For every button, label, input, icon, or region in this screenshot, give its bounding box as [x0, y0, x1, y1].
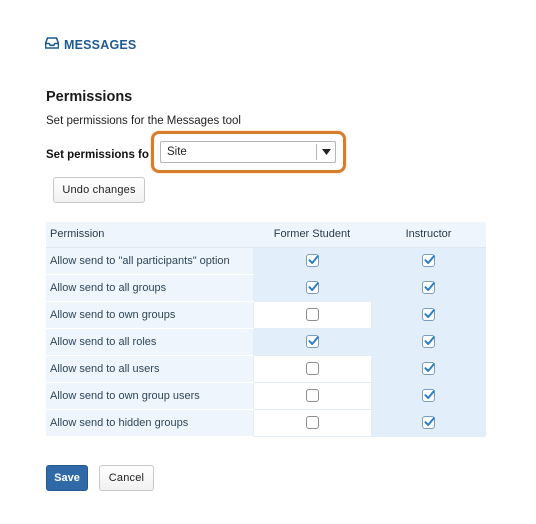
tool-header: MESSAGES: [44, 36, 137, 54]
checkmark-icon: [308, 336, 319, 345]
column-header-instructor: Instructor: [371, 222, 486, 248]
table-row: Allow send to "all participants" option: [46, 247, 486, 275]
permissions-for-select[interactable]: Site: [160, 141, 336, 163]
former-student-cell: [252, 382, 371, 410]
former-student-checkbox[interactable]: [305, 281, 319, 294]
permissions-table: Permission Former Student Instructor All…: [46, 222, 486, 437]
former-student-checkbox[interactable]: [305, 308, 319, 321]
select-highlight-callout: Site: [151, 131, 346, 173]
checkmark-icon: [308, 282, 319, 291]
permission-label: Allow send to own groups: [46, 301, 253, 329]
instructor-checkbox[interactable]: [422, 416, 436, 429]
instructor-cell: [370, 355, 486, 383]
instructor-cell: [370, 409, 486, 437]
checkmark-icon: [424, 309, 436, 318]
instructor-checkbox[interactable]: [422, 254, 436, 267]
permission-label: Allow send to own group users: [46, 382, 253, 410]
permission-label: Allow send to hidden groups: [46, 409, 253, 437]
instructor-cell: [370, 247, 486, 275]
table-row: Allow send to own group users: [46, 382, 486, 410]
former-student-checkbox[interactable]: [305, 254, 319, 267]
tool-title: MESSAGES: [64, 38, 137, 52]
former-student-cell: [252, 247, 371, 275]
checkmark-icon: [424, 390, 436, 399]
column-header-former-student: Former Student: [253, 222, 371, 248]
cancel-button[interactable]: Cancel: [99, 465, 154, 491]
former-student-checkbox[interactable]: [305, 335, 319, 348]
instructor-checkbox[interactable]: [422, 308, 436, 321]
inbox-tray-icon: [44, 36, 60, 54]
permissions-heading: Permissions: [46, 89, 133, 105]
checkmark-icon: [308, 255, 319, 264]
table-header-row: Permission Former Student Instructor: [46, 222, 486, 248]
column-header-permission: Permission: [46, 222, 253, 248]
instructor-checkbox[interactable]: [422, 335, 436, 348]
select-value: Site: [167, 146, 187, 158]
former-student-checkbox[interactable]: [305, 389, 319, 402]
permissions-description: Set permissions for the Messages tool: [46, 115, 241, 127]
checkmark-icon: [424, 336, 436, 345]
table-row: Allow send to hidden groups: [46, 409, 486, 437]
instructor-cell: [370, 301, 486, 329]
instructor-cell: [370, 328, 486, 356]
former-student-cell: [252, 328, 371, 356]
former-student-cell: [252, 409, 371, 437]
table-row: Allow send to own groups: [46, 301, 486, 329]
permission-label: Allow send to all users: [46, 355, 253, 383]
instructor-cell: [370, 274, 486, 302]
permission-label: Allow send to "all participants" option: [46, 247, 253, 275]
instructor-cell: [370, 382, 486, 410]
checkmark-icon: [424, 363, 436, 372]
undo-changes-button[interactable]: Undo changes: [53, 177, 145, 203]
checkmark-icon: [424, 417, 436, 426]
instructor-checkbox[interactable]: [422, 389, 436, 402]
table-row: Allow send to all groups: [46, 274, 486, 302]
set-permissions-for-label: Set permissions fo: [46, 149, 149, 161]
former-student-cell: [252, 355, 371, 383]
permission-label: Allow send to all groups: [46, 274, 253, 302]
former-student-checkbox[interactable]: [305, 362, 319, 375]
table-row: Allow send to all users: [46, 355, 486, 383]
dropdown-arrow-icon[interactable]: [317, 149, 335, 155]
former-student-checkbox[interactable]: [305, 416, 319, 429]
checkmark-icon: [424, 282, 436, 291]
former-student-cell: [252, 274, 371, 302]
table-row: Allow send to all roles: [46, 328, 486, 356]
save-button[interactable]: Save: [46, 465, 88, 491]
checkmark-icon: [424, 255, 436, 264]
permission-label: Allow send to all roles: [46, 328, 253, 356]
former-student-cell: [252, 301, 371, 329]
instructor-checkbox[interactable]: [422, 362, 436, 375]
instructor-checkbox[interactable]: [422, 281, 436, 294]
